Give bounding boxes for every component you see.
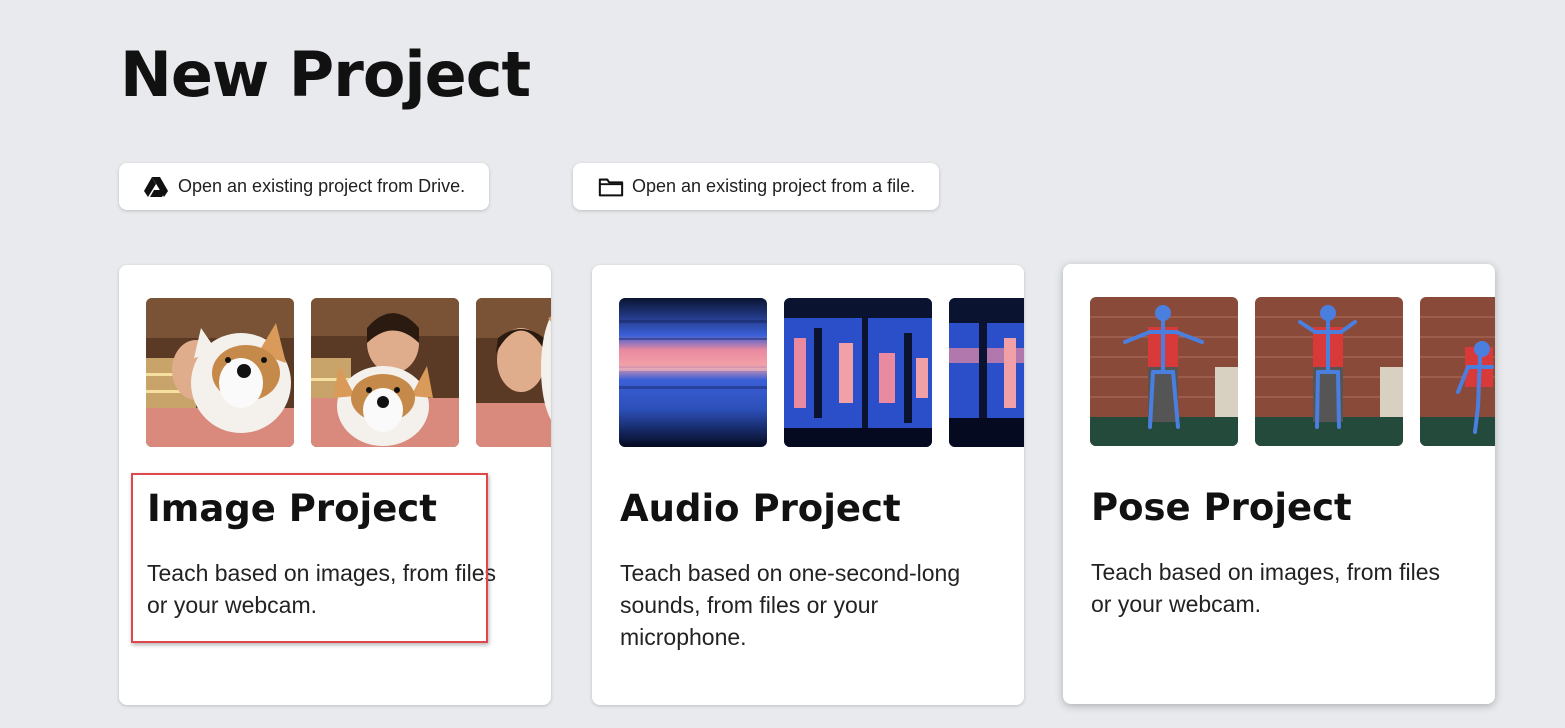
open-from-drive-label: Open an existing project from Drive. — [178, 176, 466, 196]
open-from-file-button[interactable]: Open an existing project from a file. — [573, 163, 940, 210]
audio-project-card[interactable]: Audio Project Teach based on one-second-… — [592, 265, 1024, 705]
audio-project-description: Teach based on one-second-long sounds, f… — [620, 560, 961, 650]
audio-project-thumbnails — [619, 298, 1024, 447]
pose-skeleton-thumbnail — [1255, 297, 1403, 446]
image-project-description: Teach based on images, from files or you… — [147, 560, 497, 618]
pose-project-thumbnails — [1090, 297, 1495, 446]
open-from-file-label: Open an existing project from a file. — [632, 176, 916, 196]
page-title: New Project — [120, 38, 531, 111]
pose-project-card[interactable]: Pose Project Teach based on images, from… — [1063, 264, 1495, 704]
image-project-title: Image Project — [147, 487, 437, 530]
audio-project-title: Audio Project — [620, 487, 901, 530]
pose-project-title: Pose Project — [1091, 486, 1352, 529]
spectrogram-thumbnail — [619, 298, 767, 447]
pose-skeleton-thumbnail — [1420, 297, 1495, 446]
open-from-drive-button[interactable]: Open an existing project from Drive. — [119, 163, 490, 210]
webcam-photo-thumbnail — [146, 298, 294, 447]
google-drive-icon — [144, 175, 170, 199]
pose-project-description: Teach based on images, from files or you… — [1091, 559, 1441, 617]
pose-skeleton-thumbnail — [1090, 297, 1238, 446]
spectrogram-thumbnail — [949, 298, 1024, 447]
spectrogram-thumbnail — [784, 298, 932, 447]
webcam-photo-thumbnail — [311, 298, 459, 447]
image-project-thumbnails — [146, 298, 551, 447]
folder-icon — [598, 175, 624, 199]
webcam-photo-thumbnail — [476, 298, 551, 447]
image-project-card[interactable]: Image Project Teach based on images, fro… — [119, 265, 551, 705]
